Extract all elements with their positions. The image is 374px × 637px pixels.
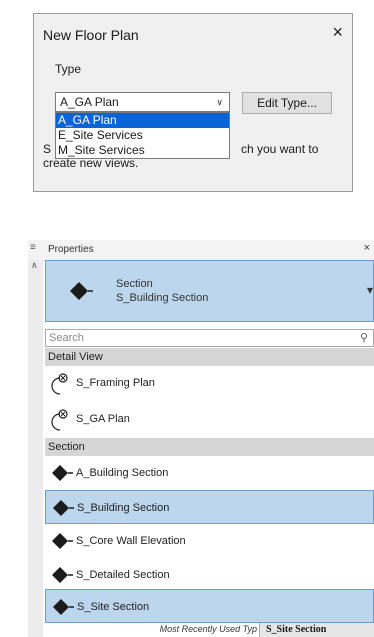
dropdown-option[interactable]: E_Site Services bbox=[56, 128, 229, 143]
item-label: S_Core Wall Elevation bbox=[76, 535, 186, 547]
chevron-up-icon[interactable]: ∧ bbox=[31, 260, 38, 271]
edit-type-button[interactable]: Edit Type... bbox=[242, 92, 332, 114]
section-icon bbox=[51, 596, 75, 621]
menu-icon[interactable]: ≡ bbox=[30, 242, 36, 253]
item-label: A_Building Section bbox=[76, 467, 169, 479]
list-item[interactable]: S_GA Plan bbox=[45, 402, 374, 436]
dropdown-option[interactable]: M_Site Services bbox=[56, 143, 229, 158]
detail-view-icon bbox=[50, 408, 74, 435]
section-icon bbox=[50, 462, 74, 487]
new-floor-plan-dialog: New Floor Plan × Type A_GA Plan ∨ Edit T… bbox=[33, 13, 353, 192]
chevron-down-icon[interactable]: ∨ bbox=[216, 93, 223, 111]
section-icon bbox=[51, 497, 75, 522]
dialog-title: New Floor Plan bbox=[43, 27, 139, 43]
search-placeholder: Search bbox=[49, 332, 84, 344]
properties-title: Properties bbox=[48, 244, 94, 255]
detail-view-icon bbox=[50, 372, 74, 399]
properties-header: ≡ Properties × bbox=[28, 240, 374, 261]
type-name: S_Building Section bbox=[116, 292, 209, 304]
properties-palette: ≡ Properties × ∧ Section S_Building Sect… bbox=[28, 240, 374, 637]
chevron-down-icon[interactable]: ▾ bbox=[367, 283, 373, 297]
item-label: S_Site Section bbox=[77, 601, 150, 613]
item-label: S_GA Plan bbox=[76, 413, 130, 425]
type-label: Type bbox=[55, 62, 82, 76]
section-icon bbox=[50, 530, 74, 555]
type-dropdown-list: A_GA Plan E_Site Services M_Site Service… bbox=[55, 112, 230, 159]
section-icon bbox=[50, 564, 74, 589]
type-dropdown[interactable]: A_GA Plan ∨ bbox=[55, 92, 230, 112]
section-icon bbox=[68, 280, 94, 307]
list-item[interactable]: S_Framing Plan bbox=[45, 366, 374, 400]
description-start: S bbox=[43, 142, 52, 156]
group-header-detail-view: Detail View bbox=[45, 348, 374, 366]
type-family-name: Section bbox=[116, 278, 153, 290]
list-item-selected[interactable]: S_Site Section bbox=[45, 589, 374, 623]
type-dropdown-value: A_GA Plan bbox=[60, 95, 119, 109]
list-item-selected[interactable]: S_Building Section bbox=[45, 490, 374, 524]
most-recently-used-label: Most Recently Used Typ bbox=[159, 624, 257, 634]
palette-footer: Most Recently Used Typ S_Site Section bbox=[45, 623, 374, 637]
list-item[interactable]: S_Detailed Section bbox=[45, 558, 374, 592]
group-header-section: Section bbox=[45, 438, 374, 456]
list-item[interactable]: S_Core Wall Elevation bbox=[45, 524, 374, 558]
palette-side-bar: ∧ bbox=[28, 260, 43, 637]
close-icon[interactable]: × bbox=[364, 242, 370, 254]
list-item[interactable]: A_Building Section bbox=[45, 456, 374, 490]
close-icon[interactable]: × bbox=[332, 23, 343, 41]
item-label: S_Detailed Section bbox=[76, 569, 170, 581]
type-selector[interactable]: Section S_Building Section ▾ bbox=[45, 260, 374, 322]
description-tail: ch you want to bbox=[241, 142, 319, 156]
item-label: S_Framing Plan bbox=[76, 377, 155, 389]
item-label: S_Building Section bbox=[77, 502, 170, 514]
search-input[interactable]: Search ⚲ bbox=[45, 329, 374, 347]
dropdown-option[interactable]: A_GA Plan bbox=[56, 113, 229, 128]
current-type-label: S_Site Section bbox=[259, 623, 374, 637]
search-icon[interactable]: ⚲ bbox=[360, 330, 368, 346]
